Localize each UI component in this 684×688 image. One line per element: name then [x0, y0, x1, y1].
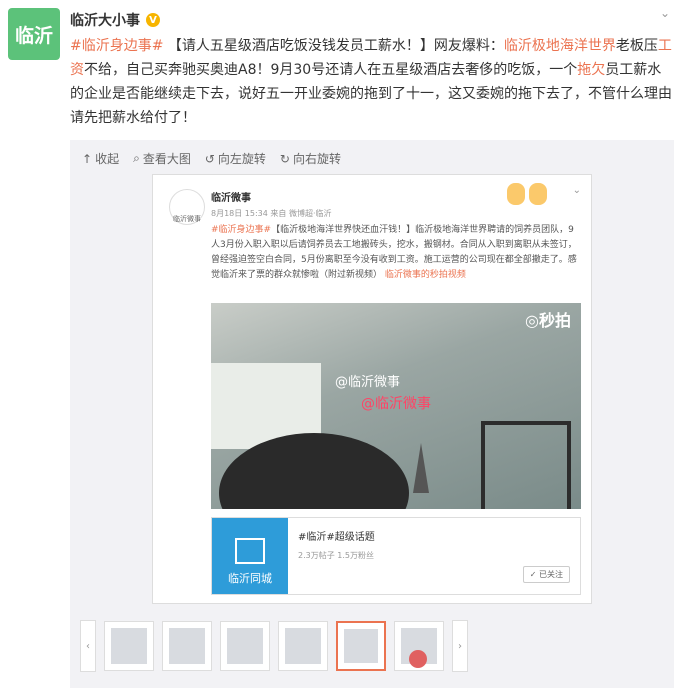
- view-large-label: 查看大图: [142, 152, 191, 166]
- embedded-video-frame: ◎秒拍 @临沂微事 @临沂微事: [211, 303, 581, 509]
- thumbnail-strip: ‹ ›: [80, 616, 664, 676]
- thumbnail[interactable]: [278, 621, 328, 671]
- post-text-segment: 拖欠: [577, 62, 606, 78]
- view-large-button[interactable]: ⌕ 查看大图: [133, 150, 191, 167]
- chair-shape: [481, 421, 571, 509]
- rotate-left-label: 向左旋转: [217, 152, 266, 166]
- rotate-right-label: 向右旋转: [292, 152, 341, 166]
- embedded-emoji-icons: [507, 183, 547, 205]
- topic-card: 临沂同城 #临沂#超级话题 2.3万帖子 1.5万粉丝 ✓ 已关注: [211, 517, 581, 595]
- thumbnail-prev-button[interactable]: ‹: [80, 620, 96, 672]
- embedded-topic-link[interactable]: 临沂微事的秒拍视频: [382, 270, 466, 280]
- verified-badge-icon: V: [146, 13, 160, 27]
- rotate-left-button[interactable]: ↺ 向左旋转: [205, 150, 266, 167]
- magnify-icon: ⌕: [133, 151, 140, 165]
- followed-button: ✓ 已关注: [522, 566, 570, 583]
- account-avatar[interactable]: 临沂: [8, 8, 60, 60]
- topic-card-subtitle: 2.3万帖子 1.5万粉丝: [298, 551, 374, 560]
- thumbnail-preview: [285, 628, 321, 664]
- rotate-right-button[interactable]: ↻ 向右旋转: [280, 150, 341, 167]
- thumbnail[interactable]: [394, 621, 444, 671]
- embedded-avatar-caption: 临沂微事: [173, 215, 201, 223]
- embedded-avatar: 临沂微事: [169, 189, 205, 225]
- embedded-post-text: #临沂身边事#【临沂极地海洋世界快还血汗钱！】临沂极地海洋世界聘请的饲养员团队，…: [211, 223, 581, 283]
- kettle-shape: [413, 443, 429, 493]
- video-overlay-handle-red: @临沂微事: [361, 396, 431, 412]
- topic-card-image: 临沂同城: [212, 518, 288, 594]
- video-overlay-handle: @临沂微事: [335, 375, 401, 390]
- rotate-right-icon: ↻: [279, 151, 290, 166]
- embedded-author-name: 临沂微事: [211, 193, 251, 204]
- collapse-button[interactable]: ↑ 收起: [82, 150, 119, 167]
- thumbnail-next-button[interactable]: ›: [452, 620, 468, 672]
- thumbnail-preview: [111, 628, 147, 664]
- thumbnail-dot: [409, 650, 427, 668]
- chick-icon: [529, 183, 547, 205]
- collapse-icon: ↑: [82, 151, 93, 166]
- thumbnail[interactable]: [336, 621, 386, 671]
- embedded-screenshot[interactable]: 临沂微事 临沂微事 8月18日 15:34 来自 微博超·临沂 ⌄ #临沂身边事…: [152, 174, 592, 604]
- chick-icon: [507, 183, 525, 205]
- media-panel: ↑ 收起 ⌕ 查看大图 ↺ 向左旋转 ↻ 向右旋转 临沂微事 临沂微事 8月18日 15…: [70, 140, 674, 688]
- media-toolbar: ↑ 收起 ⌕ 查看大图 ↺ 向左旋转 ↻ 向右旋转: [82, 150, 341, 167]
- thumbnail-preview: [344, 629, 378, 663]
- thumbnail-preview: [227, 628, 263, 664]
- embedded-menu-chevron-icon: ⌄: [572, 185, 581, 196]
- thumbnail[interactable]: [162, 621, 212, 671]
- post-menu-chevron-icon[interactable]: ⌄: [660, 6, 670, 20]
- account-name[interactable]: 临沂大小事 V: [70, 10, 160, 30]
- embedded-topic-link[interactable]: #临沂身边事#: [211, 225, 271, 235]
- collapse-label: 收起: [95, 152, 120, 166]
- topic-card-title: #临沂#超级话题: [298, 532, 375, 543]
- thumbnail[interactable]: [220, 621, 270, 671]
- post-topic-link[interactable]: #临沂身边事#: [70, 38, 163, 54]
- post-text-segment: 老板压: [615, 38, 658, 54]
- topic-card-image-label: 临沂同城: [228, 572, 272, 585]
- post-text-segment: 【请人五星级酒店吃饭没钱发员工薪水！】网友爆料：: [163, 38, 504, 54]
- thumbnail[interactable]: [104, 621, 154, 671]
- account-name-text[interactable]: 临沂大小事: [70, 10, 140, 30]
- post-text-segment: 不给，自己买奔驰买奥迪A8！9月30号还请人在五星级酒店去奢侈的吃饭，一个: [84, 62, 578, 78]
- thumbnail-preview: [169, 628, 205, 664]
- post-text-segment: 临沂极地海洋世界: [503, 38, 616, 54]
- embedded-post-meta: 8月18日 15:34 来自 微博超·临沂: [211, 209, 332, 218]
- post-text: #临沂身边事# 【请人五星级酒店吃饭没钱发员工薪水！】网友爆料：临沂极地海洋世界…: [70, 34, 674, 130]
- building-icon: [235, 538, 265, 564]
- rotate-left-icon: ↺: [204, 151, 215, 166]
- video-watermark: ◎秒拍: [525, 311, 571, 330]
